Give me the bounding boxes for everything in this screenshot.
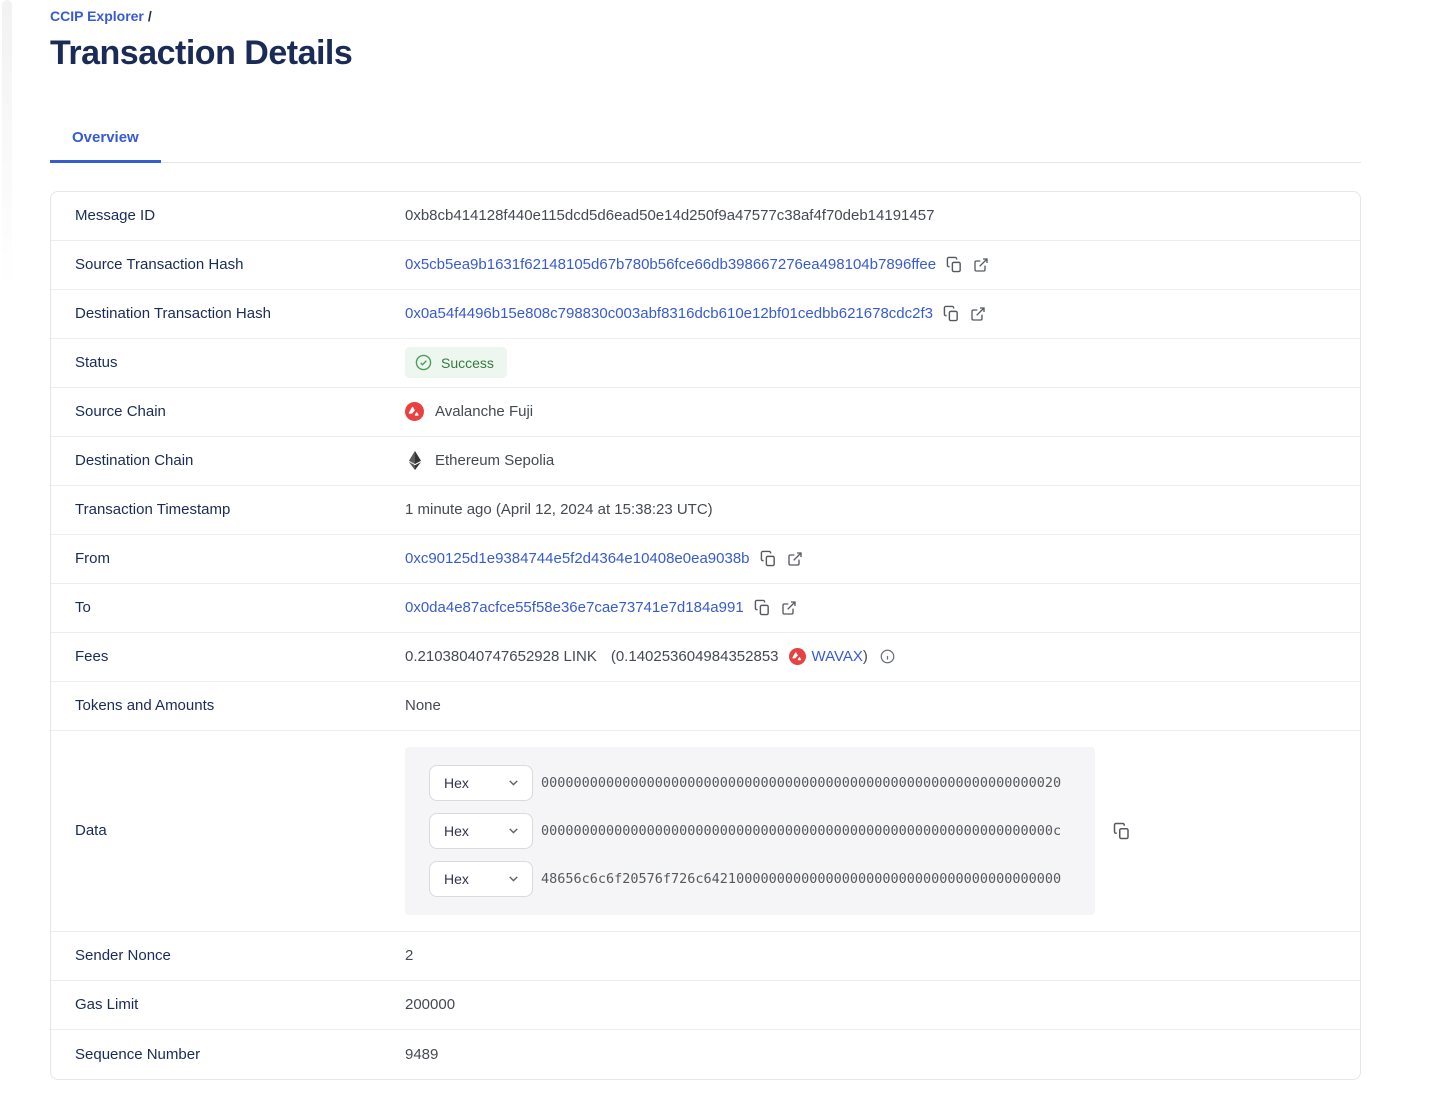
wavax-token-link[interactable]: WAVAX [812, 648, 863, 665]
breadcrumb-link-ccip-explorer[interactable]: CCIP Explorer [50, 8, 144, 24]
check-circle-icon [415, 354, 432, 371]
to-address-link[interactable]: 0x0da4e87acfce55f58e36e7cae73741e7d184a9… [405, 599, 744, 616]
status-badge: Success [405, 347, 507, 378]
fees-label: Fees [75, 648, 405, 665]
sender-nonce-value: 2 [405, 947, 1336, 964]
from-address-link[interactable]: 0xc90125d1e9384744e5f2d4364e10408e0ea903… [405, 550, 750, 567]
row-fees: Fees 0.21038040747652928 LINK (0.1402536… [51, 633, 1360, 682]
data-line: Hex 000000000000000000000000000000000000… [429, 765, 1071, 801]
status-label: Status [75, 354, 405, 371]
external-link-icon[interactable] [973, 257, 989, 273]
row-data: Data Hex 0000000000000000000000000000000… [51, 731, 1360, 932]
data-line: Hex 000000000000000000000000000000000000… [429, 813, 1071, 849]
row-tokens-and-amounts: Tokens and Amounts None [51, 682, 1360, 731]
from-label: From [75, 550, 405, 567]
status-badge-text: Success [441, 355, 494, 371]
row-sender-nonce: Sender Nonce 2 [51, 932, 1360, 981]
sender-nonce-label: Sender Nonce [75, 947, 405, 964]
copy-icon[interactable] [760, 550, 777, 567]
external-link-icon[interactable] [787, 551, 803, 567]
encoding-select-value: Hex [444, 871, 469, 887]
fees-converted-suffix: ) [863, 648, 868, 665]
tab-bar: Overview [50, 119, 1361, 163]
data-hex-line: 0000000000000000000000000000000000000000… [541, 775, 1061, 791]
external-link-icon[interactable] [970, 306, 986, 322]
timestamp-label: Transaction Timestamp [75, 501, 405, 518]
encoding-select-value: Hex [444, 823, 469, 839]
fees-amount: 0.21038040747652928 LINK [405, 648, 597, 665]
row-message-id: Message ID 0xb8cb414128f440e115dcd5d6ead… [51, 192, 1360, 241]
ethereum-icon [405, 451, 424, 470]
tokens-value: None [405, 697, 1336, 714]
dest-chain-name: Ethereum Sepolia [435, 452, 554, 469]
copy-icon[interactable] [943, 305, 960, 322]
chevron-down-icon [507, 776, 520, 789]
dest-tx-hash-label: Destination Transaction Hash [75, 305, 405, 322]
message-id-label: Message ID [75, 207, 405, 224]
breadcrumb-separator: / [148, 8, 152, 24]
external-link-icon[interactable] [781, 600, 797, 616]
chevron-down-icon [507, 872, 520, 885]
tab-overview[interactable]: Overview [50, 119, 161, 163]
source-chain-name: Avalanche Fuji [435, 403, 533, 420]
copy-icon[interactable] [946, 256, 963, 273]
row-gas-limit: Gas Limit 200000 [51, 981, 1360, 1030]
avalanche-icon [789, 648, 806, 665]
row-timestamp: Transaction Timestamp 1 minute ago (Apri… [51, 486, 1360, 535]
sequence-number-value: 9489 [405, 1046, 1336, 1063]
source-tx-hash-label: Source Transaction Hash [75, 256, 405, 273]
left-edge-scroll-strip [2, 0, 12, 288]
chevron-down-icon [507, 824, 520, 837]
row-source-tx-hash: Source Transaction Hash 0x5cb5ea9b1631f6… [51, 241, 1360, 290]
encoding-select-value: Hex [444, 775, 469, 791]
message-id-value: 0xb8cb414128f440e115dcd5d6ead50e14d250f9… [405, 207, 1336, 224]
transaction-details-page: CCIP Explorer/ Transaction Details Overv… [0, 0, 1435, 1080]
source-chain-label: Source Chain [75, 403, 405, 420]
fees-converted-prefix: (0.140253604984352853 [611, 648, 779, 665]
source-tx-hash-link[interactable]: 0x5cb5ea9b1631f62148105d67b780b56fce66db… [405, 256, 936, 273]
row-dest-tx-hash: Destination Transaction Hash 0x0a54f4496… [51, 290, 1360, 339]
gas-limit-value: 200000 [405, 996, 1336, 1013]
encoding-select[interactable]: Hex [429, 813, 533, 849]
encoding-select[interactable]: Hex [429, 765, 533, 801]
encoding-select[interactable]: Hex [429, 861, 533, 897]
page-title: Transaction Details [50, 34, 1361, 73]
copy-icon[interactable] [754, 599, 771, 616]
data-label: Data [75, 822, 405, 839]
row-source-chain: Source Chain Avalanche Fuji [51, 388, 1360, 437]
breadcrumb: CCIP Explorer/ [50, 8, 1361, 25]
tokens-label: Tokens and Amounts [75, 697, 405, 714]
timestamp-value: 1 minute ago (April 12, 2024 at 15:38:23… [405, 501, 1336, 518]
copy-icon[interactable] [1113, 822, 1131, 840]
row-from: From 0xc90125d1e9384744e5f2d4364e10408e0… [51, 535, 1360, 584]
transaction-details-card: Message ID 0xb8cb414128f440e115dcd5d6ead… [50, 191, 1361, 1080]
gas-limit-label: Gas Limit [75, 996, 405, 1013]
dest-chain-label: Destination Chain [75, 452, 405, 469]
info-icon[interactable] [880, 649, 895, 664]
sequence-number-label: Sequence Number [75, 1046, 405, 1063]
row-sequence-number: Sequence Number 9489 [51, 1030, 1360, 1079]
data-hex-line: 0000000000000000000000000000000000000000… [541, 823, 1061, 839]
row-status: Status Success [51, 339, 1360, 388]
dest-tx-hash-link[interactable]: 0x0a54f4496b15e808c798830c003abf8316dcb6… [405, 305, 933, 322]
row-to: To 0x0da4e87acfce55f58e36e7cae73741e7d18… [51, 584, 1360, 633]
data-hex-panel: Hex 000000000000000000000000000000000000… [405, 747, 1095, 915]
data-line: Hex 48656c6c6f20576f726c6421000000000000… [429, 861, 1071, 897]
avalanche-icon [405, 402, 424, 421]
row-dest-chain: Destination Chain Ethereum Sepolia [51, 437, 1360, 486]
data-hex-line: 48656c6c6f20576f726c64210000000000000000… [541, 871, 1061, 887]
to-label: To [75, 599, 405, 616]
